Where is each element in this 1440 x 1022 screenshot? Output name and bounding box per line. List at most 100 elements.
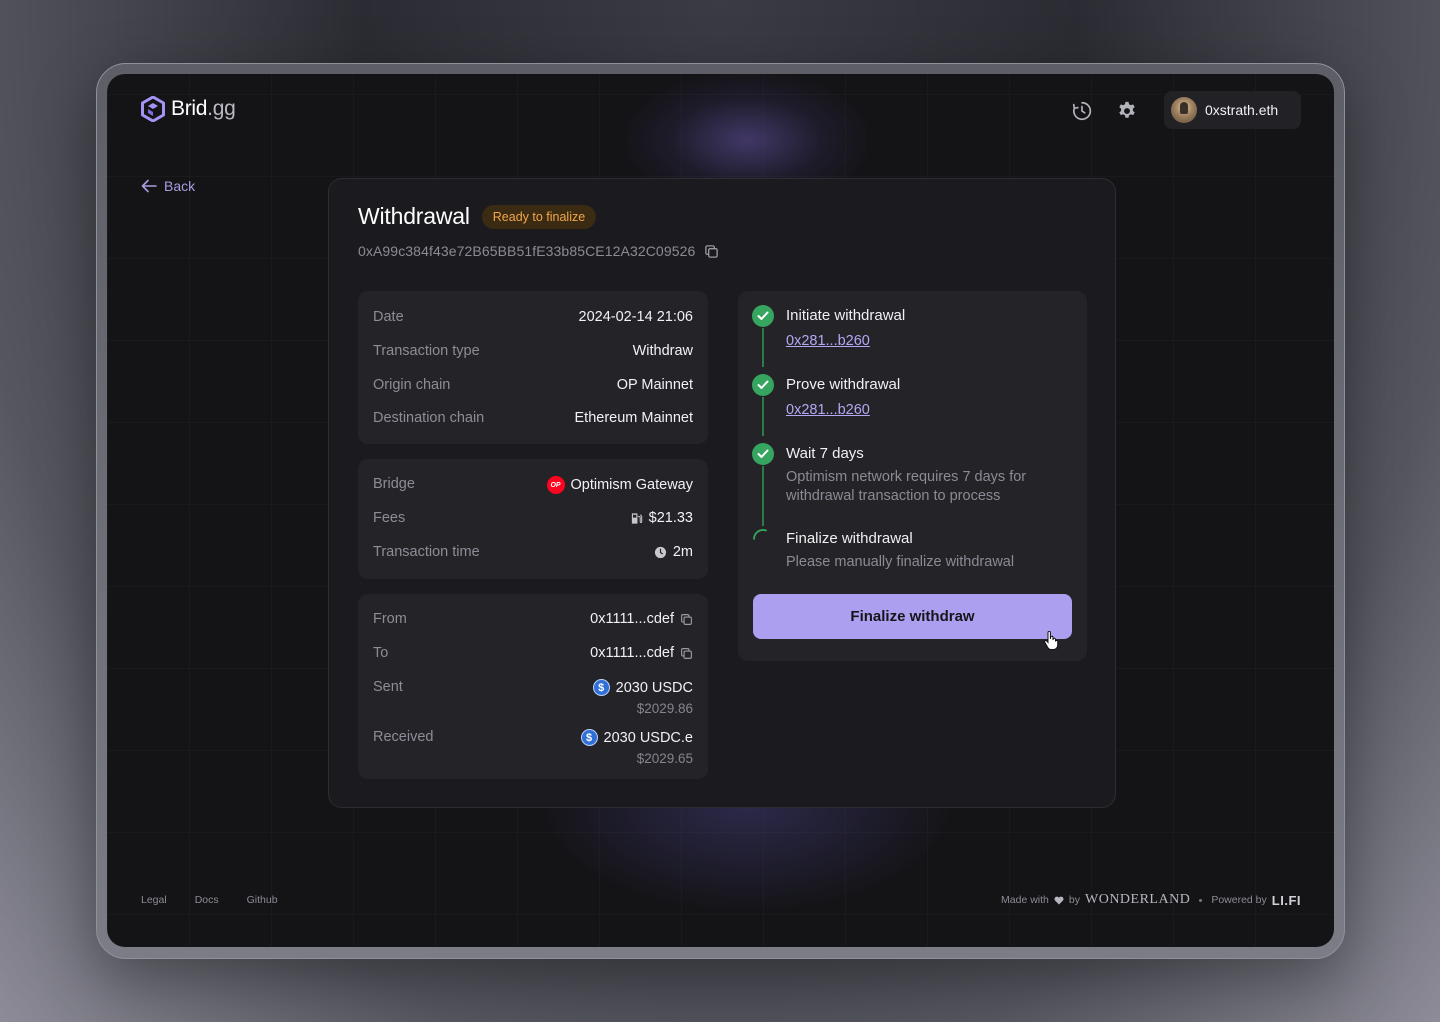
clock-icon	[654, 546, 666, 558]
step-connector	[762, 397, 764, 436]
to-row: To 0x1111...cdef	[373, 645, 693, 661]
destination-label: Destination chain	[373, 410, 485, 426]
detail-row-date: Date 2024-02-14 21:06	[373, 309, 693, 325]
tx-hash-row: 0xA99c384f43e72B65BB51fE33b85CE12A32C095…	[358, 243, 719, 259]
loading-spinner-icon	[753, 529, 767, 540]
usdc-icon: $	[592, 679, 610, 696]
bridge-panel: Bridge OP Optimism Gateway Fees $21.33 T…	[358, 459, 708, 579]
withdrawal-card: Withdrawal Ready to finalize 0xA99c384f4…	[328, 178, 1116, 808]
back-label: Back	[164, 178, 196, 194]
sent-label: Sent	[373, 679, 403, 695]
account-name: 0xstrath.eth	[1205, 102, 1279, 118]
step-description: Optimism network requires 7 days for wit…	[786, 469, 1027, 504]
received-value: $ 2030 USDC.e $2029.65	[580, 729, 693, 766]
wonderland-logo[interactable]: WONDERLAND	[1085, 892, 1190, 908]
bottom-glow	[537, 804, 957, 914]
sent-usd: $2029.86	[636, 701, 693, 716]
copy-icon[interactable]	[680, 647, 693, 660]
time-value: 2m	[654, 544, 693, 560]
detail-row-type: Transaction type Withdraw	[373, 343, 693, 359]
copy-icon[interactable]	[704, 244, 719, 259]
to-value: 0x1111...cdef	[590, 645, 693, 661]
lifi-logo[interactable]: LI.FI	[1272, 893, 1301, 908]
footer-links: Legal Docs Github	[141, 894, 278, 906]
from-address: 0x1111...cdef	[590, 611, 674, 627]
footer-link-legal[interactable]: Legal	[141, 894, 167, 906]
top-glow	[627, 74, 867, 184]
date-label: Date	[373, 309, 404, 325]
finalize-withdraw-button[interactable]: Finalize withdraw	[753, 594, 1072, 639]
footer-credits: Made with by WONDERLAND Powered by LI.FI	[1001, 892, 1301, 908]
brand-logo[interactable]: Brid.gg	[141, 96, 236, 122]
step-tx-link[interactable]: 0x281...b260	[786, 333, 870, 349]
to-address: 0x1111...cdef	[590, 645, 674, 661]
check-circle-icon	[752, 305, 774, 327]
tx-hash: 0xA99c384f43e72B65BB51fE33b85CE12A32C095…	[358, 243, 696, 259]
type-value: Withdraw	[632, 343, 693, 359]
made-with-label: Made with	[1001, 894, 1049, 906]
destination-value: Ethereum Mainnet	[574, 410, 693, 426]
footer-separator	[1199, 898, 1203, 902]
bridge-name: Optimism Gateway	[570, 477, 693, 493]
to-label: To	[373, 645, 389, 661]
fees-amount: $21.33	[648, 510, 693, 526]
sent-row: Sent $ 2030 USDC $2029.86	[373, 679, 693, 716]
app-screen: Brid.gg 0xstrath.eth Back Withdrawal Rea…	[107, 74, 1334, 947]
step-title: Prove withdrawal	[786, 376, 901, 393]
arrow-left-icon	[141, 179, 157, 193]
step-title: Wait 7 days	[786, 445, 864, 462]
received-usd: $2029.65	[636, 751, 693, 766]
transfer-panel: From 0x1111...cdef To 0x1111...cdef Sent…	[358, 594, 708, 779]
sent-amount: 2030 USDC	[615, 679, 693, 696]
from-label: From	[373, 611, 407, 627]
fees-row: Fees $21.33	[373, 510, 693, 526]
footer-link-docs[interactable]: Docs	[195, 894, 219, 906]
gas-pump-icon	[631, 512, 642, 524]
from-value: 0x1111...cdef	[590, 611, 693, 627]
details-panel: Date 2024-02-14 21:06 Transaction type W…	[358, 291, 708, 444]
step-title: Initiate withdrawal	[786, 307, 906, 324]
bridge-label: Bridge	[373, 476, 415, 492]
brand-name: Brid.gg	[171, 97, 236, 120]
back-link[interactable]: Back	[141, 178, 195, 194]
received-label: Received	[373, 729, 434, 745]
sent-amount-line: $ 2030 USDC	[592, 679, 693, 696]
date-value: 2024-02-14 21:06	[578, 309, 694, 325]
brand-logo-icon	[141, 96, 165, 122]
history-icon[interactable]	[1071, 100, 1093, 122]
hand-cursor-icon	[1044, 631, 1059, 650]
usdc-icon: $	[580, 729, 598, 746]
step-connector	[762, 328, 764, 367]
gear-icon[interactable]	[1116, 100, 1138, 122]
page-title: Withdrawal	[358, 203, 470, 229]
status-badge: Ready to finalize	[481, 204, 597, 229]
account-button[interactable]: 0xstrath.eth	[1164, 91, 1301, 129]
fees-value: $21.33	[630, 510, 693, 526]
detail-row-origin: Origin chain OP Mainnet	[373, 377, 693, 393]
step-connector	[762, 466, 764, 526]
check-circle-icon	[752, 443, 774, 465]
heart-icon	[1054, 896, 1064, 904]
detail-row-destination: Destination chain Ethereum Mainnet	[373, 410, 693, 426]
bridge-row: Bridge OP Optimism Gateway	[373, 476, 693, 494]
title-row: Withdrawal Ready to finalize	[358, 203, 597, 230]
step-title: Finalize withdrawal	[786, 530, 913, 547]
origin-label: Origin chain	[373, 377, 451, 393]
step-tx-link[interactable]: 0x281...b260	[786, 402, 870, 418]
from-row: From 0x1111...cdef	[373, 611, 693, 627]
powered-by-label: Powered by	[1211, 894, 1267, 906]
time-label: Transaction time	[373, 544, 480, 560]
received-amount: 2030 USDC.e	[603, 729, 693, 746]
copy-icon[interactable]	[680, 613, 693, 626]
fees-label: Fees	[373, 510, 406, 526]
received-row: Received $ 2030 USDC.e $2029.65	[373, 729, 693, 766]
footer-link-github[interactable]: Github	[247, 894, 278, 906]
received-amount-line: $ 2030 USDC.e	[580, 729, 693, 746]
type-label: Transaction type	[373, 343, 480, 359]
check-circle-icon	[752, 374, 774, 396]
time-amount: 2m	[672, 544, 693, 560]
avatar	[1171, 97, 1197, 123]
by-label: by	[1068, 894, 1080, 906]
bridge-value: OP Optimism Gateway	[546, 476, 693, 494]
sent-value: $ 2030 USDC $2029.86	[592, 679, 693, 716]
